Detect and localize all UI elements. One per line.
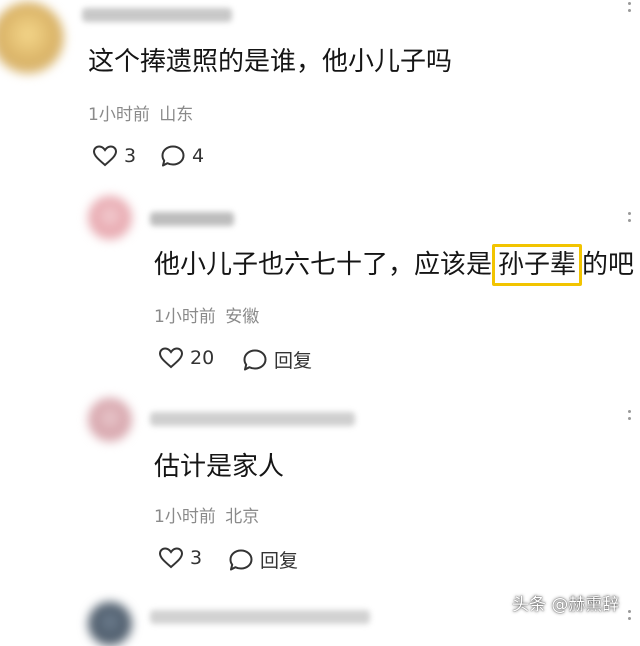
comment-time: 1小时前	[154, 307, 216, 327]
heart-icon	[92, 145, 118, 167]
highlight-box: 孙子辈	[492, 244, 583, 286]
comment-location: 北京	[225, 507, 260, 527]
comment-text: 估计是家人	[154, 452, 285, 482]
avatar[interactable]	[88, 602, 132, 646]
comment-meta: 1小时前 北京	[154, 502, 259, 527]
like-count: 3	[124, 145, 137, 167]
comment-text: 他小儿子也六七十了，应该是 孙子辈 的吧	[154, 244, 635, 286]
reply-label: 回复	[274, 350, 313, 372]
like-button[interactable]: 3	[92, 144, 136, 168]
comment-time: 1小时前	[154, 507, 216, 527]
more-dots-icon[interactable]	[628, 410, 632, 424]
like-count: 3	[190, 547, 203, 569]
comment-meta: 1小时前 安徽	[154, 302, 259, 327]
comment-text-part: 他小儿子也六七十了，应该是	[154, 250, 493, 280]
more-dots-icon[interactable]	[628, 610, 632, 624]
heart-icon	[158, 347, 184, 369]
like-button[interactable]: 3	[158, 546, 202, 570]
comment-text-part: 的吧	[582, 250, 635, 280]
comment-bubble-icon	[229, 549, 253, 570]
like-button[interactable]: 20	[158, 346, 214, 370]
reply-count-button[interactable]: 4	[160, 144, 204, 168]
more-dots-icon[interactable]	[628, 2, 632, 16]
comment-time: 1小时前	[88, 105, 150, 125]
comment-bubble-icon	[243, 349, 267, 370]
avatar[interactable]	[88, 196, 132, 240]
comment-meta: 1小时前 山东	[88, 100, 193, 125]
username[interactable]	[82, 8, 232, 22]
more-dots-icon[interactable]	[628, 212, 632, 226]
like-count: 20	[190, 347, 215, 369]
username[interactable]	[150, 610, 370, 624]
comment-bubble-icon	[161, 145, 185, 167]
comment-text: 这个捧遗照的是谁，他小儿子吗	[88, 47, 453, 77]
reply-button[interactable]: 回复	[228, 546, 298, 573]
heart-icon	[158, 547, 184, 569]
comment-location: 山东	[159, 105, 194, 125]
comment-location: 安徽	[225, 307, 260, 327]
reply-button[interactable]: 回复	[242, 346, 312, 373]
username[interactable]	[150, 412, 355, 426]
watermark: 头条 @赫熏辞	[512, 595, 620, 615]
username[interactable]	[150, 212, 234, 226]
reply-count: 4	[192, 145, 205, 167]
reply-label: 回复	[260, 550, 299, 572]
avatar[interactable]	[88, 398, 132, 442]
avatar[interactable]	[0, 2, 64, 74]
